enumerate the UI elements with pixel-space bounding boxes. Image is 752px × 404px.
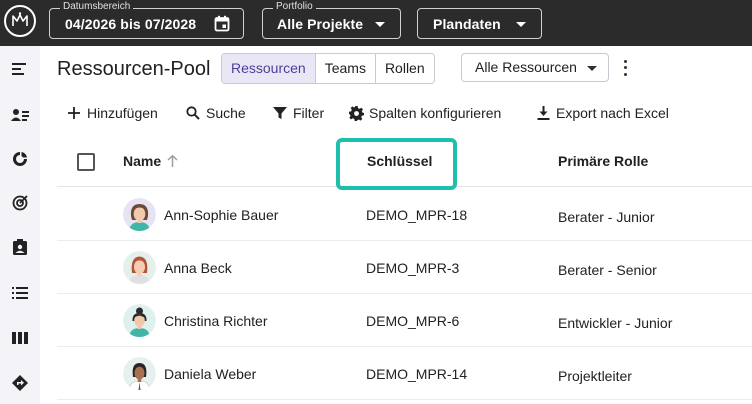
- table-row[interactable]: Ann-Sophie Bauer DEMO_MPR-18 Berater - J…: [57, 188, 752, 241]
- add-label: Hinzufügen: [87, 105, 158, 121]
- search-label: Suche: [206, 105, 246, 121]
- resource-filter-value: Alle Ressourcen: [475, 59, 577, 75]
- filter-icon: [272, 105, 288, 121]
- resource-filter-select[interactable]: Alle Ressourcen: [461, 53, 609, 82]
- arrow-up-icon[interactable]: [167, 155, 178, 167]
- dataset-value: Plandaten: [433, 16, 501, 32]
- page-title: Ressourcen-Pool: [57, 58, 211, 80]
- column-header-role[interactable]: Primäre Rolle: [558, 153, 648, 169]
- columns-icon[interactable]: [11, 329, 29, 347]
- target-icon[interactable]: [11, 194, 29, 212]
- contact-card-icon[interactable]: [11, 238, 29, 256]
- column-header-name[interactable]: Name: [123, 153, 178, 169]
- calendar-icon[interactable]: [214, 15, 230, 37]
- row-name: Christina Richter: [164, 313, 268, 329]
- tab-rollen[interactable]: Rollen: [375, 54, 434, 83]
- tab-teams[interactable]: Teams: [315, 54, 376, 83]
- filter-label: Filter: [293, 105, 325, 121]
- row-name: Ann-Sophie Bauer: [164, 207, 279, 223]
- gear-icon: [348, 105, 364, 121]
- column-header-name-label: Name: [123, 153, 162, 169]
- plus-icon: [66, 105, 82, 121]
- list-icon[interactable]: [11, 284, 29, 302]
- filter-button[interactable]: Filter: [272, 103, 324, 123]
- avatar: [123, 304, 156, 337]
- menu-toggle-icon[interactable]: [11, 60, 29, 78]
- download-icon: [535, 105, 551, 121]
- row-key: DEMO_MPR-18: [366, 207, 468, 223]
- row-name: Anna Beck: [164, 260, 232, 276]
- search-button[interactable]: Suche: [185, 103, 246, 123]
- row-role: Projektleiter: [558, 368, 632, 384]
- more-options-icon[interactable]: [620, 58, 630, 78]
- avatar: [123, 198, 156, 231]
- chevron-down-icon: [516, 22, 526, 27]
- configure-columns-button[interactable]: Spalten konfigurieren: [348, 103, 501, 123]
- top-bar: Datumsbereich 04/2026 bis 07/2028 Portfo…: [0, 0, 752, 46]
- row-key: DEMO_MPR-6: [366, 313, 460, 329]
- portfolio-legend: Portfolio: [273, 1, 316, 13]
- tab-ressourcen[interactable]: Ressourcen: [222, 54, 316, 83]
- export-excel-button[interactable]: Export nach Excel: [535, 103, 669, 123]
- row-role: Entwickler - Junior: [558, 315, 673, 331]
- date-range-legend: Datumsbereich: [60, 1, 134, 13]
- table-row[interactable]: Anna Beck DEMO_MPR-3 Berater - Senior: [57, 241, 752, 294]
- view-tabs: Ressourcen Teams Rollen: [221, 53, 435, 84]
- select-all-checkbox[interactable]: [77, 153, 95, 171]
- sidebar: [0, 46, 40, 404]
- row-role: Berater - Junior: [558, 209, 655, 225]
- resource-list-icon[interactable]: [11, 106, 29, 124]
- directions-icon[interactable]: [11, 374, 29, 392]
- add-button[interactable]: Hinzufügen: [66, 103, 158, 123]
- row-key: DEMO_MPR-3: [366, 260, 460, 276]
- chevron-down-icon: [375, 22, 385, 27]
- table-row[interactable]: Christina Richter DEMO_MPR-6 Entwickler …: [57, 294, 752, 347]
- dataset-select[interactable]: Plandaten: [417, 8, 542, 39]
- app-logo-icon[interactable]: [4, 5, 36, 37]
- table-row[interactable]: Daniela Weber DEMO_MPR-14 Projektleiter: [57, 347, 752, 400]
- avatar: [123, 251, 156, 284]
- portfolio-value: Alle Projekte: [277, 16, 364, 32]
- date-range-field[interactable]: Datumsbereich 04/2026 bis 07/2028: [49, 1, 244, 39]
- chevron-down-icon: [587, 66, 597, 71]
- row-key: DEMO_MPR-14: [366, 366, 468, 382]
- export-excel-label: Export nach Excel: [556, 105, 669, 121]
- row-role: Berater - Senior: [558, 262, 657, 278]
- column-highlight-frame: [336, 138, 457, 190]
- donut-chart-icon[interactable]: [11, 150, 29, 168]
- avatar: [123, 357, 156, 390]
- date-range-value: 04/2026 bis 07/2028: [65, 16, 197, 32]
- portfolio-select[interactable]: Portfolio Alle Projekte: [262, 1, 401, 39]
- configure-columns-label: Spalten konfigurieren: [369, 105, 502, 121]
- row-name: Daniela Weber: [164, 366, 257, 382]
- search-icon: [185, 105, 201, 121]
